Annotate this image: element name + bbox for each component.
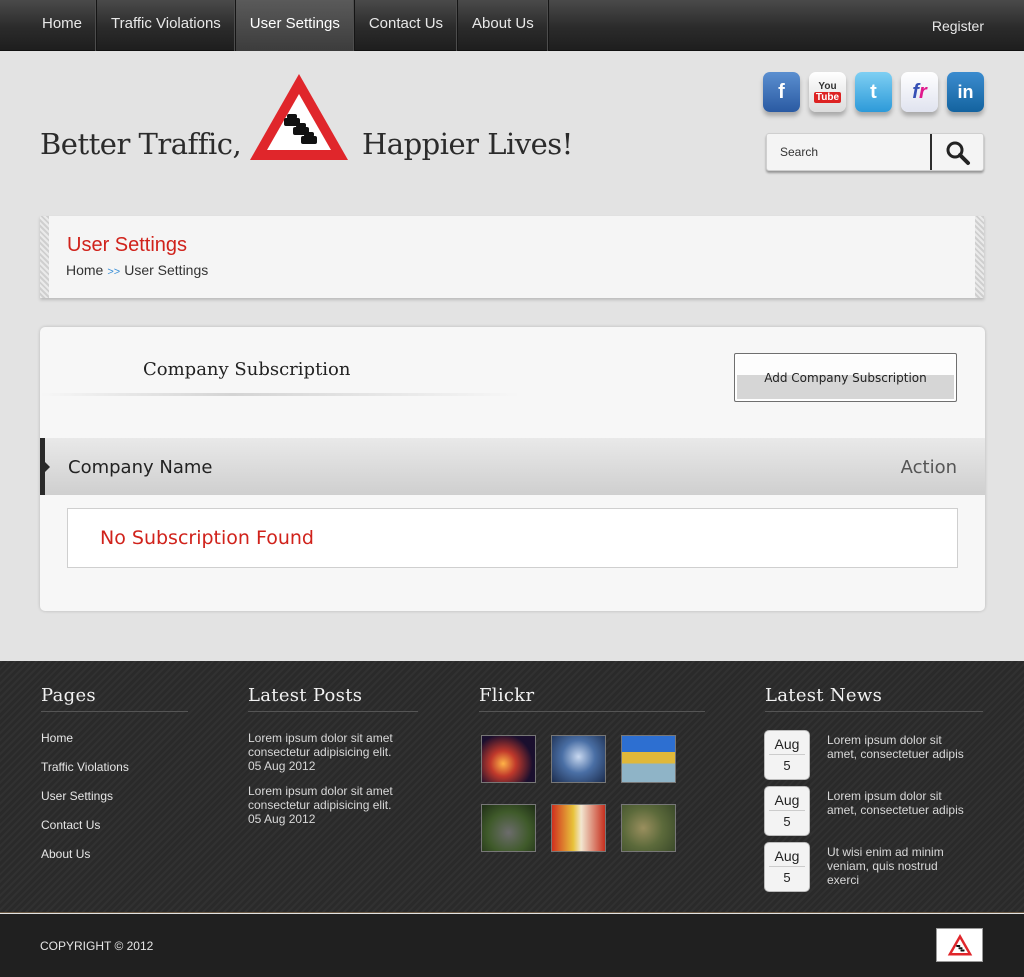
news-day: 5 <box>783 814 791 829</box>
facebook-icon[interactable]: f <box>763 72 800 112</box>
slogan-right: Happier Lives! <box>362 127 573 161</box>
news-date-badge: Aug 5 <box>765 731 809 779</box>
empty-state-row: No Subscription Found <box>67 508 958 568</box>
flickr-thumbnail[interactable] <box>551 804 606 852</box>
traffic-warning-sign-icon <box>947 934 972 956</box>
nav-items: Home Traffic Violations User Settings Co… <box>28 0 549 51</box>
nav-item-traffic-violations[interactable]: Traffic Violations <box>97 0 236 51</box>
top-navigation: Home Traffic Violations User Settings Co… <box>0 0 1024 51</box>
news-text: Ut wisi enim ad minim veniam, quis nostr… <box>827 845 944 887</box>
footer-posts-heading: Latest Posts <box>248 685 418 712</box>
post-text-line: Lorem ipsum dolor sit amet <box>248 731 393 745</box>
news-date-badge: Aug 5 <box>765 843 809 891</box>
footer-link-about-us[interactable]: About Us <box>41 847 188 876</box>
news-item[interactable]: Aug 5 Ut wisi enim ad minim veniam, quis… <box>765 843 983 899</box>
news-day: 5 <box>783 758 791 773</box>
footer-flickr-heading: Flickr <box>479 685 705 712</box>
flickr-thumbnail[interactable] <box>481 804 536 852</box>
news-month: Aug <box>769 787 805 811</box>
breadcrumb: Home >> User Settings <box>66 262 208 278</box>
news-item[interactable]: Aug 5 Lorem ipsum dolor sit amet, consec… <box>765 731 983 787</box>
news-item[interactable]: Aug 5 Lorem ipsum dolor sit amet, consec… <box>765 787 983 843</box>
add-company-subscription-button[interactable]: Add Company Subscription <box>734 353 957 402</box>
footer-flickr: Flickr <box>479 685 705 852</box>
post-text-line: Lorem ipsum dolor sit amet <box>248 784 393 798</box>
news-date-badge: Aug 5 <box>765 787 809 835</box>
footer-link-contact-us[interactable]: Contact Us <box>41 818 188 847</box>
table-header: Company Name Action <box>40 438 985 495</box>
page-title-panel: User Settings Home >> User Settings <box>40 216 984 298</box>
twitter-icon[interactable]: t <box>855 72 892 112</box>
flickr-thumbnail[interactable] <box>551 735 606 783</box>
nav-item-about-us[interactable]: About Us <box>458 0 549 51</box>
nav-item-contact-us[interactable]: Contact Us <box>355 0 459 51</box>
footer-news-heading: Latest News <box>765 685 983 712</box>
post-text-line: consectetur adipisicing elit. <box>248 798 392 812</box>
flickr-gallery <box>481 735 705 852</box>
search-button[interactable] <box>930 134 983 170</box>
search-box <box>766 133 984 171</box>
footer-link-user-settings[interactable]: User Settings <box>41 789 188 818</box>
flickr-thumbnail[interactable] <box>481 735 536 783</box>
footer: Pages Home Traffic Violations User Setti… <box>0 661 1024 913</box>
footer-latest-news: Latest News Aug 5 Lorem ipsum dolor sit … <box>765 685 983 899</box>
search-icon <box>946 141 970 165</box>
column-header-company-name: Company Name <box>68 457 213 478</box>
news-text: Lorem ipsum dolor sit amet, consectetuer… <box>827 789 964 817</box>
news-month: Aug <box>769 843 805 867</box>
section-title: Company Subscription <box>143 359 351 380</box>
column-header-action: Action <box>900 457 957 478</box>
breadcrumb-separator: >> <box>107 266 121 278</box>
latest-post-item[interactable]: Lorem ipsum dolor sit amet consectetur a… <box>248 731 418 773</box>
company-subscription-card: Company Subscription Add Company Subscri… <box>40 327 985 611</box>
search-input[interactable] <box>767 134 930 170</box>
copyright-text: COPYRIGHT © 2012 <box>40 939 154 953</box>
page-title: User Settings <box>67 234 188 256</box>
footer-link-traffic-violations[interactable]: Traffic Violations <box>41 760 188 789</box>
footer-latest-posts: Latest Posts Lorem ipsum dolor sit amet … <box>248 685 418 826</box>
empty-state-message: No Subscription Found <box>100 527 314 549</box>
latest-post-item[interactable]: Lorem ipsum dolor sit amet consectetur a… <box>248 784 418 826</box>
nav-item-user-settings[interactable]: User Settings <box>235 0 355 51</box>
flickr-thumbnail[interactable] <box>621 804 676 852</box>
linkedin-icon[interactable]: in <box>947 72 984 112</box>
post-date: 05 Aug 2012 <box>248 759 316 773</box>
youtube-icon[interactable]: You Tube <box>809 72 846 112</box>
slogan-left: Better Traffic, <box>40 127 242 161</box>
copyright-bar: COPYRIGHT © 2012 <box>0 914 1024 977</box>
breadcrumb-home[interactable]: Home <box>66 262 103 278</box>
breadcrumb-current: User Settings <box>124 262 209 278</box>
news-text: Lorem ipsum dolor sit amet, consectetuer… <box>827 733 964 761</box>
register-link[interactable]: Register <box>932 18 984 34</box>
footer-pages-heading: Pages <box>41 685 188 712</box>
footer-link-home[interactable]: Home <box>41 731 188 760</box>
nav-item-home[interactable]: Home <box>28 0 98 51</box>
flickr-icon[interactable]: fr <box>901 72 938 112</box>
footer-pages: Pages Home Traffic Violations User Setti… <box>41 685 188 876</box>
title-divider <box>40 393 520 396</box>
footer-logo[interactable] <box>936 928 983 962</box>
news-day: 5 <box>783 870 791 885</box>
traffic-warning-sign-icon <box>250 74 348 160</box>
post-text-line: consectetur adipisicing elit. <box>248 745 392 759</box>
post-date: 05 Aug 2012 <box>248 812 316 826</box>
news-month: Aug <box>769 731 805 755</box>
flickr-thumbnail[interactable] <box>621 735 676 783</box>
social-links: f You Tube t fr in <box>763 72 984 112</box>
